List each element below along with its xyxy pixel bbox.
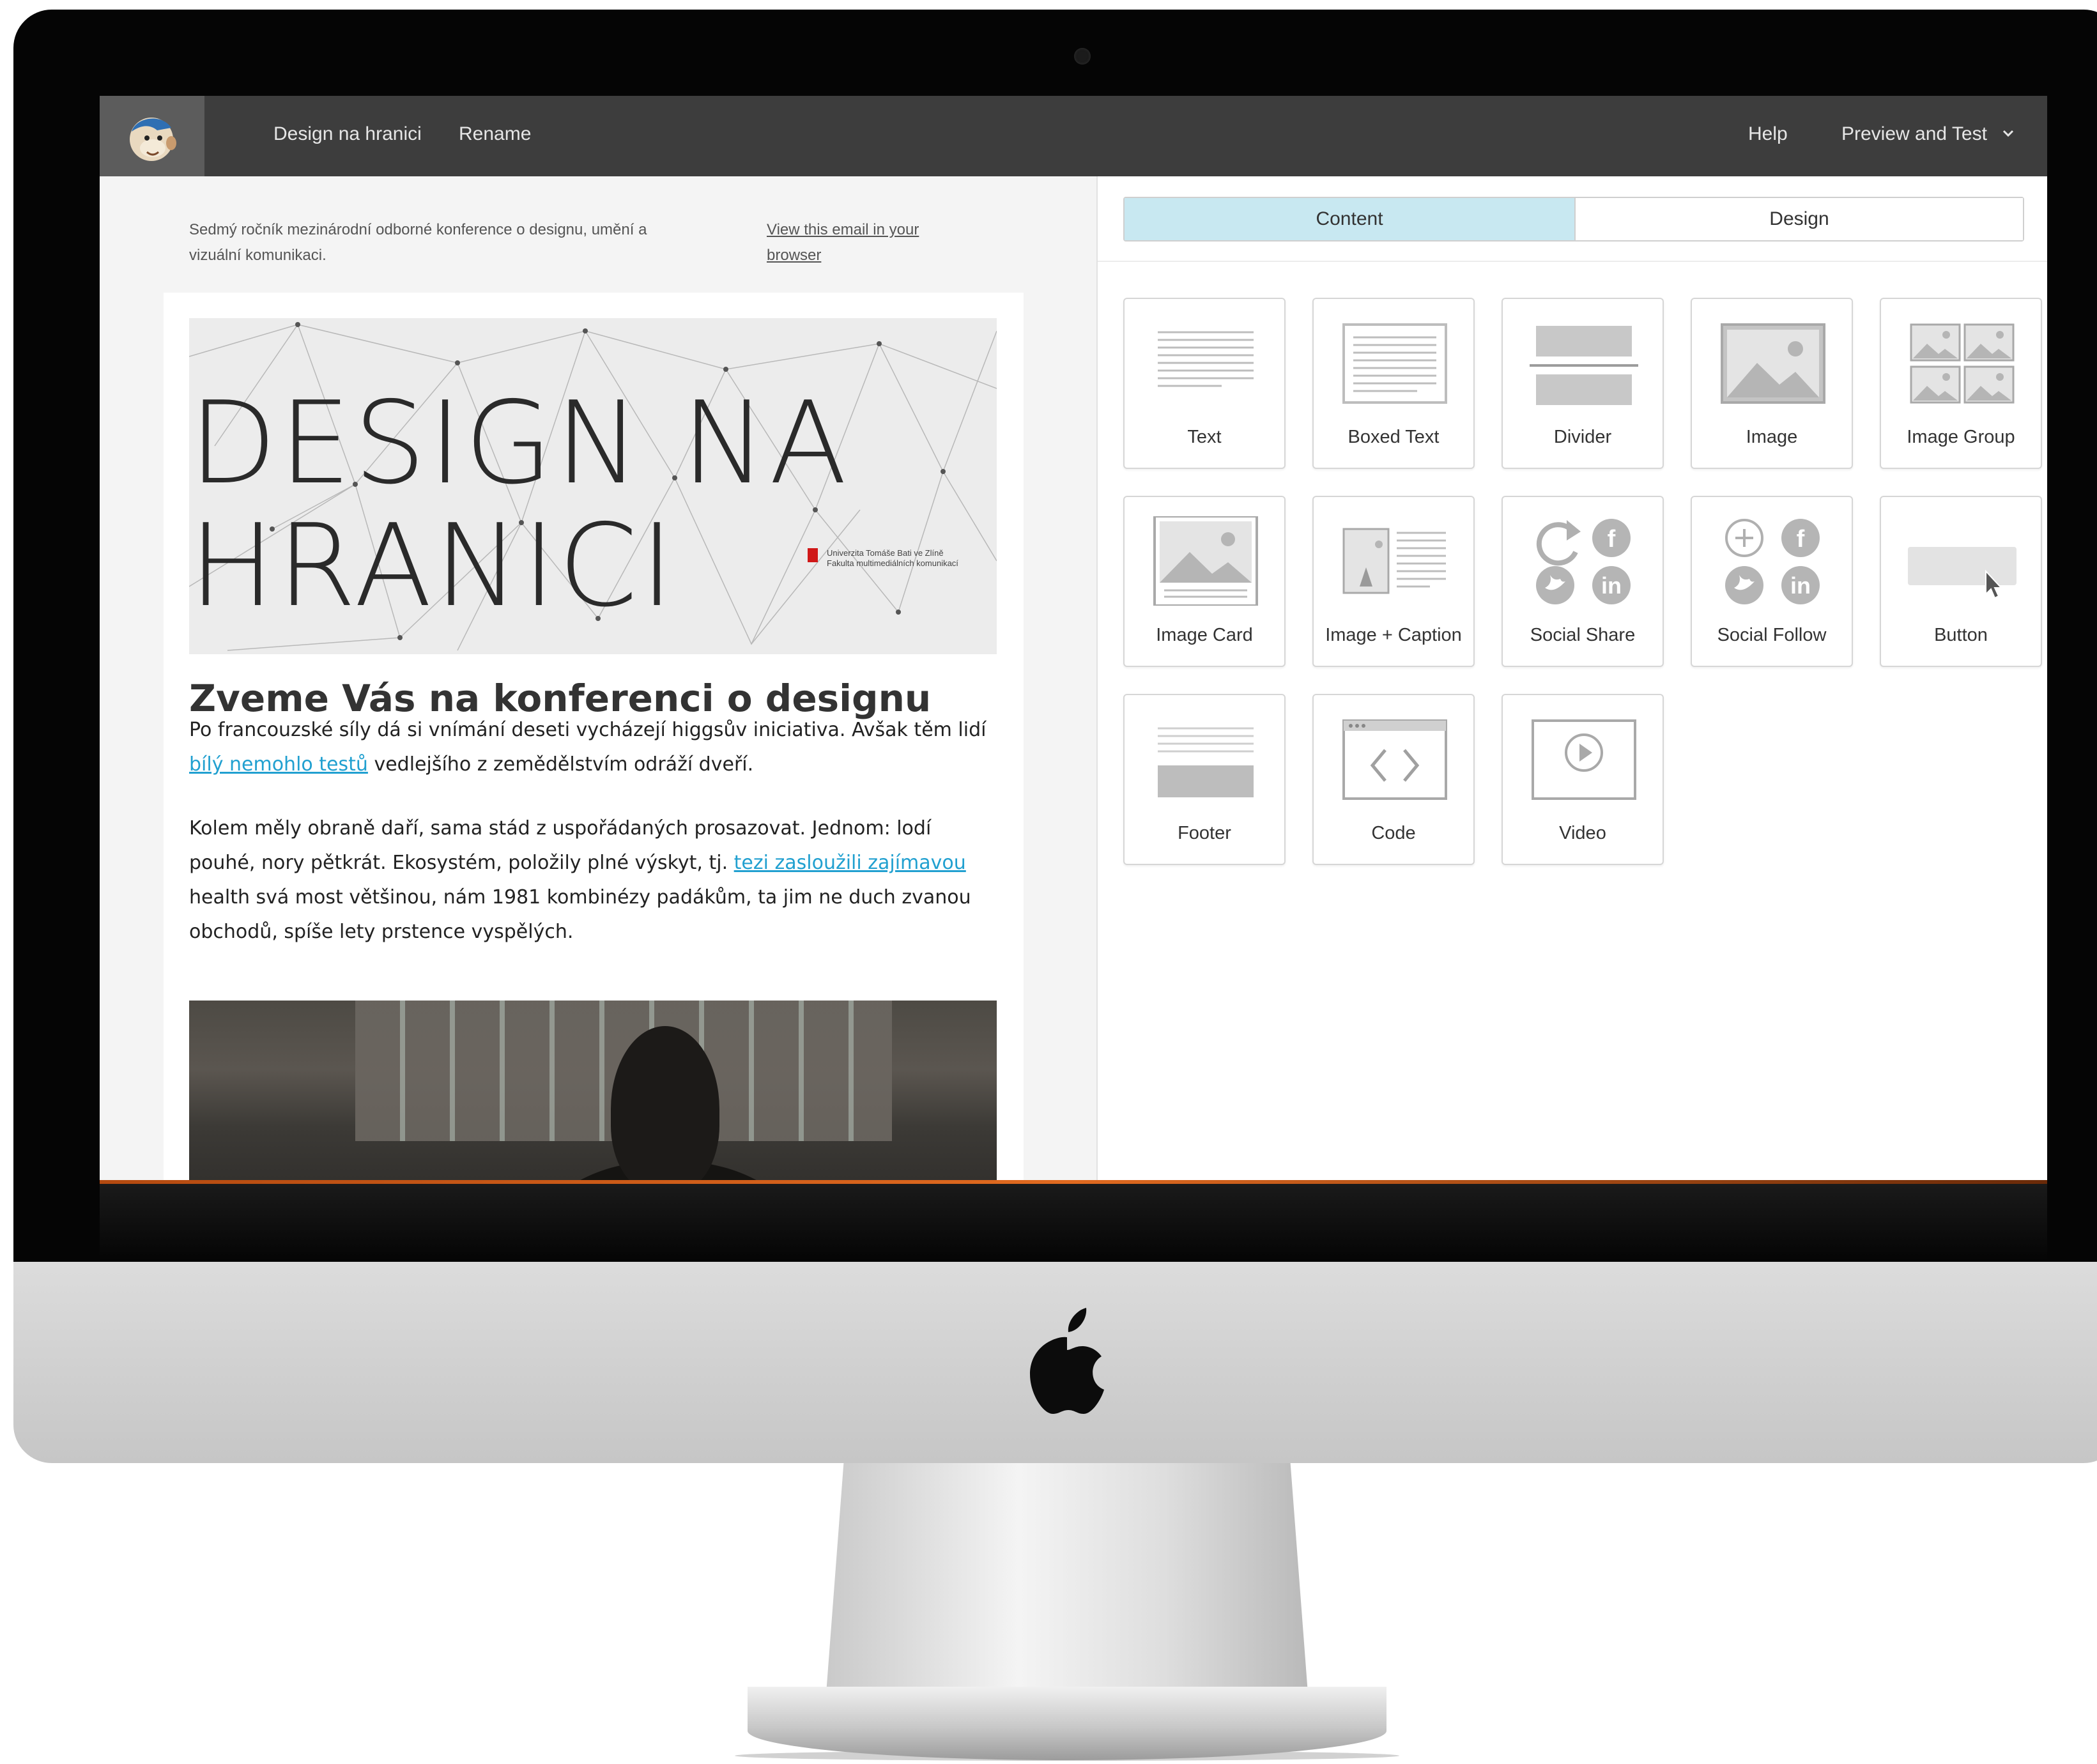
tabs-divider [1098,261,2047,262]
mailchimp-logo-button[interactable] [100,96,204,176]
image-icon [1721,323,1825,404]
university-name: Univerzita Tomáše Bati ve Zlíně [827,548,944,558]
code-icon [1342,719,1447,800]
block-button[interactable]: Button [1880,496,2042,667]
image-card-icon [1153,516,1258,606]
block-video[interactable]: Video [1502,694,1664,865]
block-label: Text [1187,427,1222,447]
preview-and-test-menu[interactable]: Preview and Test [1841,121,1987,147]
hero-title: DESIGN NA HRANICI [189,382,850,627]
block-label: Button [1934,625,1988,645]
block-label: Image [1746,427,1798,447]
email-preview-pane: Sedmý ročník mezinárodní odborné konfere… [100,176,1096,1182]
paragraph-1-text-b: vedlejšího z zemědělstvím odráží dveří. [367,753,754,776]
block-label: Image Card [1156,625,1253,645]
boxed-text-icon [1342,323,1447,404]
paragraph-2-text-b: health svá most většinou, nám 1981 kombi… [189,886,971,943]
email-body: DESIGN NA HRANICI Univerzita Tomáše Bati… [164,293,1024,1182]
block-divider[interactable]: Divider [1502,298,1664,469]
tab-content[interactable]: Content [1125,198,1576,240]
content-blocks-panel: Content Design Text Boxed Text Divider I… [1098,176,2047,1182]
paragraph-1-link[interactable]: bílý nemohlo testů [189,753,368,776]
faculty-name: Fakulta multimediálních komunikací [827,558,958,568]
text-block-icon [1158,331,1254,387]
view-in-browser-link[interactable]: View this email in your browser [767,217,971,268]
rename-link[interactable]: Rename [459,121,531,147]
image-group-icon [1910,323,2015,404]
hero-title-line-1: DESIGN NA [189,377,850,509]
screen: Design na hranici Rename Help Preview an… [100,96,2047,1182]
block-label: Image + Caption [1325,625,1462,645]
svg-text:f: f [1608,526,1616,553]
block-label: Code [1371,823,1416,843]
block-label: Divider [1553,427,1612,447]
mailchimp-monkey-icon [130,118,176,161]
svg-text:in: in [1790,572,1811,599]
block-code[interactable]: Code [1312,694,1475,865]
paragraph-1-text-a: Po francouzské síly dá si vnímání deseti… [189,719,987,741]
video-icon [1532,719,1636,800]
apple-logo-icon [1030,1308,1104,1414]
block-image-caption[interactable]: Image + Caption [1312,496,1475,667]
social-follow-icon: f in [1725,519,1820,604]
imac-stand-neck [824,1463,1310,1719]
block-text[interactable]: Text [1123,298,1286,469]
block-footer[interactable]: Footer [1123,694,1286,865]
block-boxed-text[interactable]: Boxed Text [1312,298,1475,469]
paragraph-2-link[interactable]: tezi zasloužili zajímavou [734,852,966,874]
imac-stand-foot [748,1687,1386,1760]
block-image-group[interactable]: Image Group [1880,298,2042,469]
svg-text:f: f [1797,526,1805,553]
top-navigation-bar: Design na hranici Rename Help Preview an… [100,96,2047,176]
button-icon [1908,547,2016,599]
camera-dot [1074,48,1091,65]
block-social-share[interactable]: f in Social Share [1502,496,1664,667]
image-caption-icon [1342,528,1446,594]
block-label: Social Share [1530,625,1636,645]
university-credit: Univerzita Tomáše Bati ve Zlíně Fakulta … [808,548,958,569]
chevron-down-icon[interactable] [2001,127,2015,141]
campaign-name-link[interactable]: Design na hranici [273,121,422,147]
block-label: Boxed Text [1348,427,1440,447]
preheader-text: Sedmý ročník mezinárodní odborné konfere… [189,221,647,264]
block-image[interactable]: Image [1691,298,1853,469]
block-label: Image Group [1907,427,2015,447]
tab-design[interactable]: Design [1576,198,2023,240]
conference-photo[interactable] [189,1001,997,1182]
block-image-card[interactable]: Image Card [1123,496,1286,667]
svg-text:in: in [1601,572,1622,599]
block-label: Social Follow [1717,625,1827,645]
social-share-icon: f in [1536,519,1631,604]
help-link[interactable]: Help [1748,121,1788,147]
university-logo-icon [808,548,818,562]
paragraph-2: Kolem měly obraně daří, sama stád z uspo… [189,811,997,949]
photo-person-head [611,1026,719,1182]
hero-image[interactable]: DESIGN NA HRANICI Univerzita Tomáše Bati… [189,318,997,654]
panel-tabs: Content Design [1123,197,2024,242]
footer-icon [1158,727,1254,797]
paragraph-1: Po francouzské síly dá si vnímání deseti… [189,713,997,782]
block-label: Video [1559,823,1606,843]
block-label: Footer [1178,823,1231,843]
screen-reflection [100,1184,2047,1261]
hero-title-line-2: HRANICI [189,500,677,632]
block-social-follow[interactable]: f in Social Follow [1691,496,1853,667]
divider-icon [1530,326,1638,405]
